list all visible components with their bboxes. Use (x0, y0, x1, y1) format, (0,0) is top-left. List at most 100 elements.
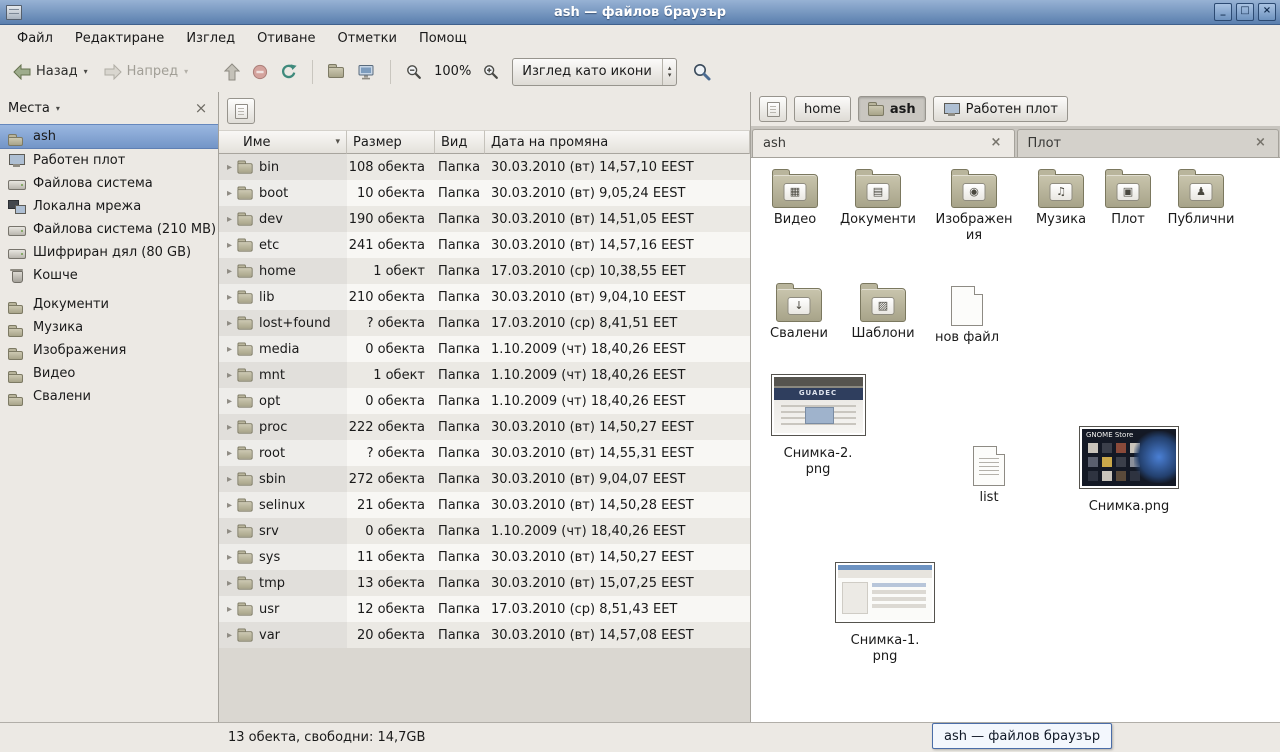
table-row[interactable]: ▸ sys 11 обекта Папка 30.03.2010 (вт) 14… (219, 544, 750, 570)
search-button[interactable] (687, 58, 717, 86)
icon-view-item[interactable]: ↓ Свалени (763, 280, 835, 342)
expander-icon[interactable]: ▸ (223, 422, 236, 433)
expander-icon[interactable]: ▸ (223, 500, 236, 511)
table-row[interactable]: ▸ root ? обекта Папка 30.03.2010 (вт) 14… (219, 440, 750, 466)
icon-view-item[interactable]: ▤ Документи (835, 166, 921, 228)
expander-icon[interactable]: ▸ (223, 292, 236, 303)
column-header-name[interactable]: Име ▾ (219, 130, 347, 154)
minimize-button[interactable]: _ (1214, 3, 1232, 21)
table-row[interactable]: ▸ srv 0 обекта Папка 1.10.2009 (чт) 18,4… (219, 518, 750, 544)
table-row[interactable]: ▸ boot 10 обекта Папка 30.03.2010 (вт) 9… (219, 180, 750, 206)
table-row[interactable]: ▸ mnt 1 обект Папка 1.10.2009 (чт) 18,40… (219, 362, 750, 388)
expander-icon[interactable]: ▸ (223, 188, 236, 199)
table-row[interactable]: ▸ lib 210 обекта Папка 30.03.2010 (вт) 9… (219, 284, 750, 310)
sidebar-item[interactable]: Файлова система (210 MB) (0, 218, 218, 241)
expander-icon[interactable]: ▸ (223, 318, 236, 329)
titlebar[interactable]: ash — файлов браузър _ □ × (0, 0, 1280, 25)
column-header-type[interactable]: Вид (435, 130, 485, 154)
sidebar-item[interactable]: Свалени (0, 385, 218, 408)
table-row[interactable]: ▸ sbin 272 обекта Папка 30.03.2010 (вт) … (219, 466, 750, 492)
table-row[interactable]: ▸ lost+found ? обекта Папка 17.03.2010 (… (219, 310, 750, 336)
sidebar-item[interactable]: Музика (0, 316, 218, 339)
tab-ash[interactable]: ash × (752, 129, 1015, 157)
sidebar-close-button[interactable]: × (192, 99, 210, 117)
forward-button[interactable]: Напред ▾ (97, 60, 196, 84)
expander-icon[interactable]: ▸ (223, 240, 236, 251)
table-row[interactable]: ▸ etc 241 обекта Папка 30.03.2010 (вт) 1… (219, 232, 750, 258)
sidebar-item[interactable]: Локална мрежа (0, 195, 218, 218)
tab-close-icon[interactable]: × (989, 136, 1004, 151)
icon-view-item[interactable]: нов файл (931, 282, 1003, 346)
sidebar-title[interactable]: Места (8, 101, 50, 116)
path-button-ash[interactable]: ash (858, 96, 926, 122)
sidebar-item[interactable]: Документи (0, 293, 218, 316)
expander-icon[interactable]: ▸ (223, 214, 236, 225)
icon-view-item[interactable]: ▦ Видео (759, 166, 831, 228)
expander-icon[interactable]: ▸ (223, 396, 236, 407)
path-button-desktop[interactable]: Работен плот (933, 96, 1068, 122)
table-row[interactable]: ▸ media 0 обекта Папка 1.10.2009 (чт) 18… (219, 336, 750, 362)
maximize-button[interactable]: □ (1236, 3, 1254, 21)
tab-desktop[interactable]: Плот × (1017, 129, 1280, 157)
spinner-arrows-icon[interactable]: ▴▾ (662, 59, 677, 85)
sidebar-item[interactable]: Изображения (0, 339, 218, 362)
column-header-date[interactable]: Дата на промяна (485, 130, 750, 154)
zoom-in-button[interactable] (478, 60, 504, 84)
expander-icon[interactable]: ▸ (223, 604, 236, 615)
table-row[interactable]: ▸ bin 108 обекта Папка 30.03.2010 (вт) 1… (219, 154, 750, 180)
expander-icon[interactable]: ▸ (223, 578, 236, 589)
computer-button[interactable] (352, 60, 380, 84)
tab-close-icon[interactable]: × (1253, 136, 1268, 151)
icon-view-item[interactable]: ▣ Плот (1099, 166, 1157, 228)
table-row[interactable]: ▸ var 20 обекта Папка 30.03.2010 (вт) 14… (219, 622, 750, 648)
table-row[interactable]: ▸ proc 222 обекта Папка 30.03.2010 (вт) … (219, 414, 750, 440)
sidebar-item[interactable]: Шифриран дял (80 GB) (0, 241, 218, 264)
expander-icon[interactable]: ▸ (223, 526, 236, 537)
expander-icon[interactable]: ▸ (223, 448, 236, 459)
menu-item[interactable]: Отметки (326, 27, 407, 50)
menu-item[interactable]: Изглед (175, 27, 246, 50)
expander-icon[interactable]: ▸ (223, 266, 236, 277)
path-button-home[interactable]: home (794, 96, 851, 122)
menu-item[interactable]: Файл (6, 27, 64, 50)
expander-icon[interactable]: ▸ (223, 630, 236, 641)
icon-view-item[interactable]: list (955, 442, 1023, 506)
back-button[interactable]: Назад ▾ (6, 60, 95, 84)
sidebar-item[interactable]: Видео (0, 362, 218, 385)
sidebar-item[interactable]: Файлова система (0, 172, 218, 195)
pane-location-button[interactable] (227, 98, 255, 124)
sidebar-item[interactable]: ash (0, 124, 218, 149)
expander-icon[interactable]: ▸ (223, 552, 236, 563)
icon-view-item[interactable]: ♫ Музика (1023, 166, 1099, 228)
view-mode-select[interactable]: Изглед като икони ▴▾ (512, 58, 677, 86)
expander-icon[interactable]: ▸ (223, 474, 236, 485)
sidebar-item[interactable]: Кошче (0, 264, 218, 287)
close-button[interactable]: × (1258, 3, 1276, 21)
table-row[interactable]: ▸ selinux 21 обекта Папка 30.03.2010 (вт… (219, 492, 750, 518)
icon-view-item[interactable]: GUADEC Снимка-2. png (763, 374, 873, 478)
column-header-size[interactable]: Размер (347, 130, 435, 154)
menu-item[interactable]: Помощ (408, 27, 478, 50)
menu-item[interactable]: Редактиране (64, 27, 175, 50)
icon-view-item[interactable]: ▨ Шаблони (847, 280, 919, 342)
table-row[interactable]: ▸ dev 190 обекта Папка 30.03.2010 (вт) 1… (219, 206, 750, 232)
table-row[interactable]: ▸ tmp 13 обекта Папка 30.03.2010 (вт) 15… (219, 570, 750, 596)
home-button[interactable] (323, 60, 350, 83)
table-row[interactable]: ▸ opt 0 обекта Папка 1.10.2009 (чт) 18,4… (219, 388, 750, 414)
up-button[interactable] (219, 59, 245, 85)
table-row[interactable]: ▸ usr 12 обекта Папка 17.03.2010 (ср) 8,… (219, 596, 750, 622)
icon-view-item[interactable]: GNOME Store Снимка.png (1073, 426, 1185, 515)
expander-icon[interactable]: ▸ (223, 344, 236, 355)
expander-icon[interactable]: ▸ (223, 370, 236, 381)
icon-view[interactable]: ▦ Видео (751, 158, 1280, 722)
menu-item[interactable]: Отиване (246, 27, 326, 50)
table-row[interactable]: ▸ home 1 обект Папка 17.03.2010 (ср) 10,… (219, 258, 750, 284)
sidebar-item[interactable]: Работен плот (0, 149, 218, 172)
icon-view-item[interactable]: ♟ Публични (1163, 166, 1239, 228)
expander-icon[interactable]: ▸ (223, 162, 236, 173)
icon-view-item[interactable]: Снимка-1. png (829, 562, 941, 665)
chevron-down-icon[interactable]: ▾ (56, 104, 60, 113)
reload-button[interactable] (275, 60, 302, 84)
pane-location-button[interactable] (759, 96, 787, 122)
stop-button[interactable] (247, 60, 273, 84)
